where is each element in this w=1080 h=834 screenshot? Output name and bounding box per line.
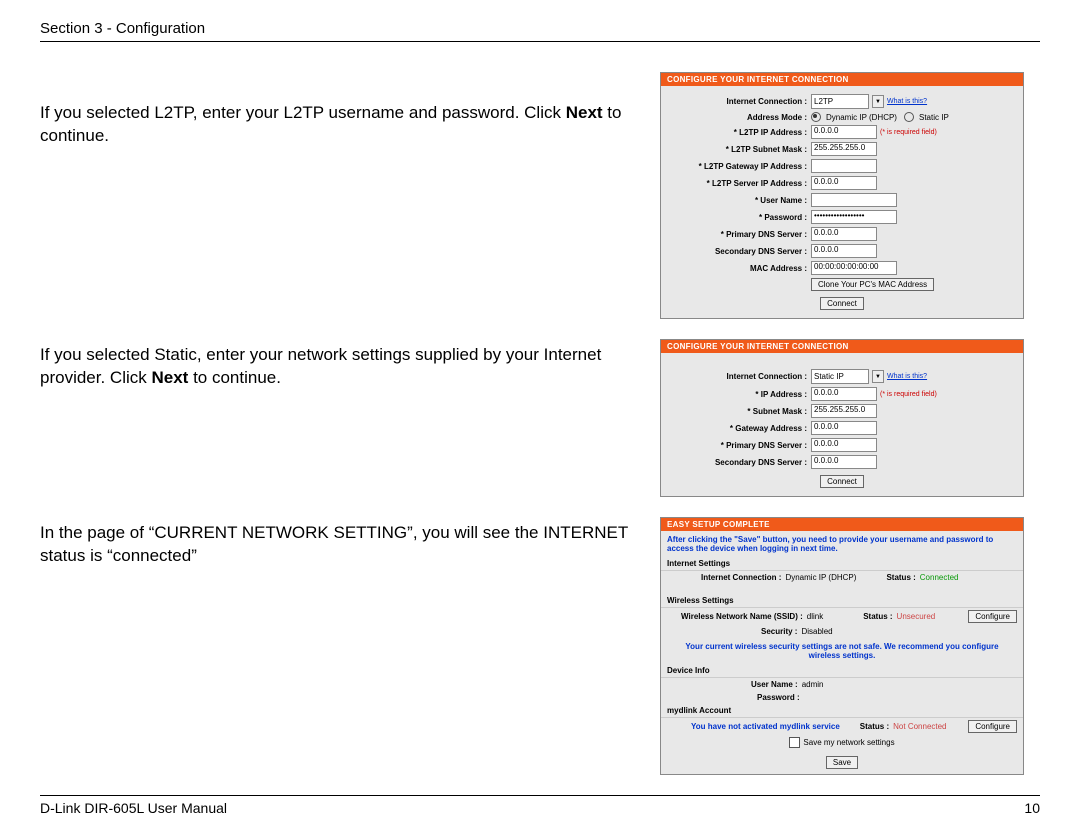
row-complete: In the page of “CURRENT NETWORK SETTING”… bbox=[40, 517, 1040, 775]
footer-page: 10 bbox=[1024, 800, 1040, 816]
panel-l2tp: CONFIGURE YOUR INTERNET CONNECTION Inter… bbox=[660, 72, 1024, 319]
label-username: * User Name : bbox=[667, 196, 811, 205]
wireless-warning: Your current wireless security settings … bbox=[661, 638, 1023, 664]
value-status-ssid: Unsecured bbox=[897, 612, 936, 621]
chevron-down-icon[interactable]: ▼ bbox=[872, 95, 884, 108]
input-password[interactable]: •••••••••••••••••• bbox=[811, 210, 897, 224]
input-l2tp-subnet[interactable]: 255.255.255.0 bbox=[811, 142, 877, 156]
instruction-l2tp: If you selected L2TP, enter your L2TP us… bbox=[40, 72, 660, 148]
radio-static-label: Static IP bbox=[919, 113, 949, 122]
configure-wireless-button[interactable]: Configure bbox=[968, 610, 1017, 623]
input-secondary-dns-2[interactable]: 0.0.0.0 bbox=[811, 455, 877, 469]
label-status-mydlink: Status : bbox=[860, 722, 889, 731]
value-status-mydlink: Not Connected bbox=[893, 722, 946, 731]
label-secondary-dns: Secondary DNS Server : bbox=[667, 247, 811, 256]
page-footer: D-Link DIR-605L User Manual 10 bbox=[40, 795, 1040, 816]
label-conn: Internet Connection : bbox=[701, 573, 781, 582]
instruction-current: In the page of “CURRENT NETWORK SETTING”… bbox=[40, 517, 660, 568]
clone-mac-button[interactable]: Clone Your PC's MAC Address bbox=[811, 278, 934, 291]
text-static-a: If you selected Static, enter your netwo… bbox=[40, 345, 601, 387]
mydlink-heading: mydlink Account bbox=[661, 704, 1023, 718]
label-security: Security : bbox=[761, 627, 797, 636]
required-note-2: (* is required field) bbox=[880, 391, 937, 398]
text-static-next: Next bbox=[151, 368, 188, 387]
label-secondary-dns-2: Secondary DNS Server : bbox=[667, 458, 811, 467]
input-subnet[interactable]: 255.255.255.0 bbox=[811, 404, 877, 418]
link-what-is-this[interactable]: What is this? bbox=[887, 98, 927, 105]
label-mac: MAC Address : bbox=[667, 264, 811, 273]
label-l2tp-subnet: * L2TP Subnet Mask : bbox=[667, 145, 811, 154]
label-dev-username: User Name : bbox=[751, 680, 798, 689]
label-internet-connection-2: Internet Connection : bbox=[667, 372, 811, 381]
value-status-conn: Connected bbox=[920, 573, 959, 582]
value-conn: Dynamic IP (DHCP) bbox=[785, 573, 856, 582]
panel-l2tp-header: CONFIGURE YOUR INTERNET CONNECTION bbox=[661, 73, 1023, 86]
text-l2tp-next: Next bbox=[566, 103, 603, 122]
label-subnet: * Subnet Mask : bbox=[667, 407, 811, 416]
input-primary-dns[interactable]: 0.0.0.0 bbox=[811, 227, 877, 241]
link-what-is-this-2[interactable]: What is this? bbox=[887, 373, 927, 380]
label-l2tp-ip: * L2TP IP Address : bbox=[667, 128, 811, 137]
label-primary-dns-2: * Primary DNS Server : bbox=[667, 441, 811, 450]
radio-dynamic-label: Dynamic IP (DHCP) bbox=[826, 113, 897, 122]
input-mac[interactable]: 00:00:00:00:00:00 bbox=[811, 261, 897, 275]
connect-button[interactable]: Connect bbox=[820, 297, 864, 310]
input-ip[interactable]: 0.0.0.0 bbox=[811, 387, 877, 401]
input-l2tp-gateway[interactable] bbox=[811, 159, 877, 173]
text-l2tp-a: If you selected L2TP, enter your L2TP us… bbox=[40, 103, 566, 122]
save-note: After clicking the "Save" button, you ne… bbox=[661, 531, 1023, 557]
value-security: Disabled bbox=[801, 627, 832, 636]
panel-static-header: CONFIGURE YOUR INTERNET CONNECTION bbox=[661, 340, 1023, 353]
device-info-heading: Device Info bbox=[661, 664, 1023, 678]
radio-static-ip[interactable] bbox=[904, 112, 914, 122]
radio-dynamic-ip[interactable] bbox=[811, 112, 821, 122]
instruction-static: If you selected Static, enter your netwo… bbox=[40, 339, 660, 390]
footer-manual: D-Link DIR-605L User Manual bbox=[40, 800, 227, 816]
label-dev-password: Password : bbox=[757, 693, 800, 702]
label-address-mode: Address Mode : bbox=[667, 113, 811, 122]
label-password: * Password : bbox=[667, 213, 811, 222]
label-primary-dns: * Primary DNS Server : bbox=[667, 230, 811, 239]
save-button[interactable]: Save bbox=[826, 756, 858, 769]
label-ssid: Wireless Network Name (SSID) : bbox=[681, 612, 803, 621]
value-dev-username: admin bbox=[802, 680, 824, 689]
required-note: (* is required field) bbox=[880, 129, 937, 136]
wireless-settings-heading: Wireless Settings bbox=[661, 594, 1023, 608]
input-primary-dns-2[interactable]: 0.0.0.0 bbox=[811, 438, 877, 452]
select-internet-connection-2[interactable]: Static IP bbox=[811, 369, 869, 384]
label-internet-connection: Internet Connection : bbox=[667, 97, 811, 106]
input-l2tp-ip[interactable]: 0.0.0.0 bbox=[811, 125, 877, 139]
text-static-c: to continue. bbox=[188, 368, 281, 387]
label-status-conn: Status : bbox=[886, 573, 915, 582]
internet-settings-heading: Internet Settings bbox=[661, 557, 1023, 571]
input-secondary-dns[interactable]: 0.0.0.0 bbox=[811, 244, 877, 258]
label-save-settings: Save my network settings bbox=[803, 738, 894, 747]
panel-complete: EASY SETUP COMPLETE After clicking the "… bbox=[660, 517, 1024, 775]
row-l2tp: If you selected L2TP, enter your L2TP us… bbox=[40, 72, 1040, 319]
checkbox-save-settings[interactable] bbox=[789, 737, 800, 748]
configure-mydlink-button[interactable]: Configure bbox=[968, 720, 1017, 733]
connect-button-2[interactable]: Connect bbox=[820, 475, 864, 488]
label-ip: * IP Address : bbox=[667, 390, 811, 399]
label-gateway: * Gateway Address : bbox=[667, 424, 811, 433]
input-gateway[interactable]: 0.0.0.0 bbox=[811, 421, 877, 435]
input-l2tp-server[interactable]: 0.0.0.0 bbox=[811, 176, 877, 190]
value-ssid: dlink bbox=[807, 612, 823, 621]
section-header: Section 3 - Configuration bbox=[40, 20, 1040, 42]
panel-complete-header: EASY SETUP COMPLETE bbox=[661, 518, 1023, 531]
chevron-down-icon[interactable]: ▼ bbox=[872, 370, 884, 383]
select-internet-connection[interactable]: L2TP bbox=[811, 94, 869, 109]
mydlink-not-activated: You have not activated mydlink service bbox=[691, 722, 840, 731]
input-username[interactable] bbox=[811, 193, 897, 207]
label-l2tp-server: * L2TP Server IP Address : bbox=[667, 179, 811, 188]
label-status-ssid: Status : bbox=[863, 612, 892, 621]
label-l2tp-gateway: * L2TP Gateway IP Address : bbox=[667, 162, 811, 171]
panel-static: CONFIGURE YOUR INTERNET CONNECTION Inter… bbox=[660, 339, 1024, 497]
row-static: If you selected Static, enter your netwo… bbox=[40, 339, 1040, 497]
